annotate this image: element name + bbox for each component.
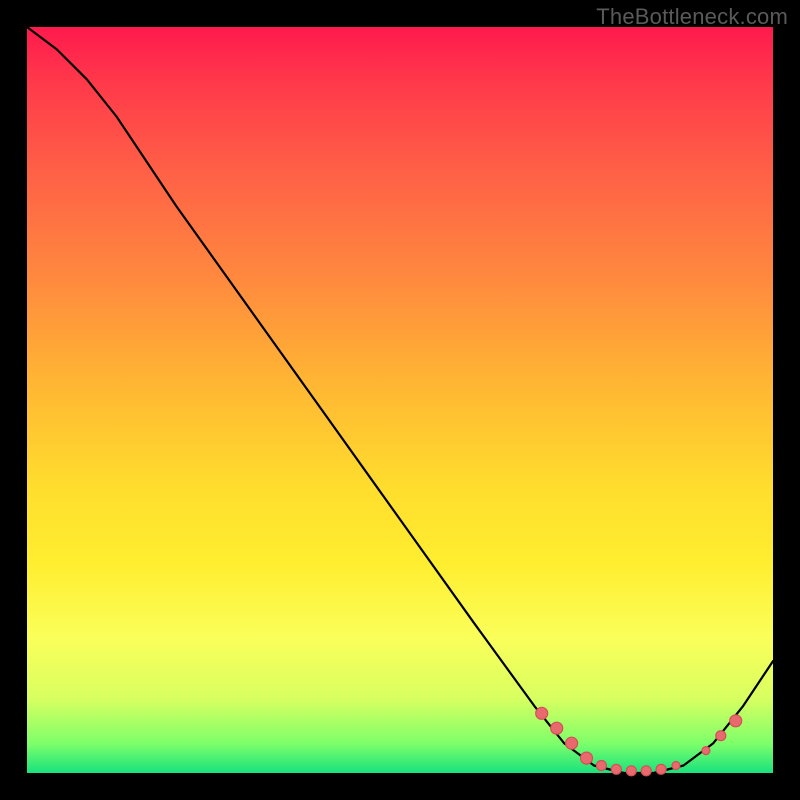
data-marker — [716, 731, 726, 741]
data-marker — [672, 762, 680, 770]
data-marker — [611, 764, 621, 774]
data-marker — [596, 761, 606, 771]
data-marker — [626, 766, 636, 776]
data-marker — [641, 766, 651, 776]
data-marker — [730, 715, 742, 727]
chart-frame: TheBottleneck.com — [0, 0, 800, 800]
data-marker — [536, 707, 548, 719]
bottleneck-curve — [27, 27, 773, 773]
data-marker — [566, 737, 578, 749]
marker-group — [536, 707, 742, 776]
data-marker — [551, 722, 563, 734]
data-marker — [656, 764, 666, 774]
chart-overlay — [27, 27, 773, 773]
data-marker — [581, 752, 593, 764]
data-marker — [702, 747, 710, 755]
